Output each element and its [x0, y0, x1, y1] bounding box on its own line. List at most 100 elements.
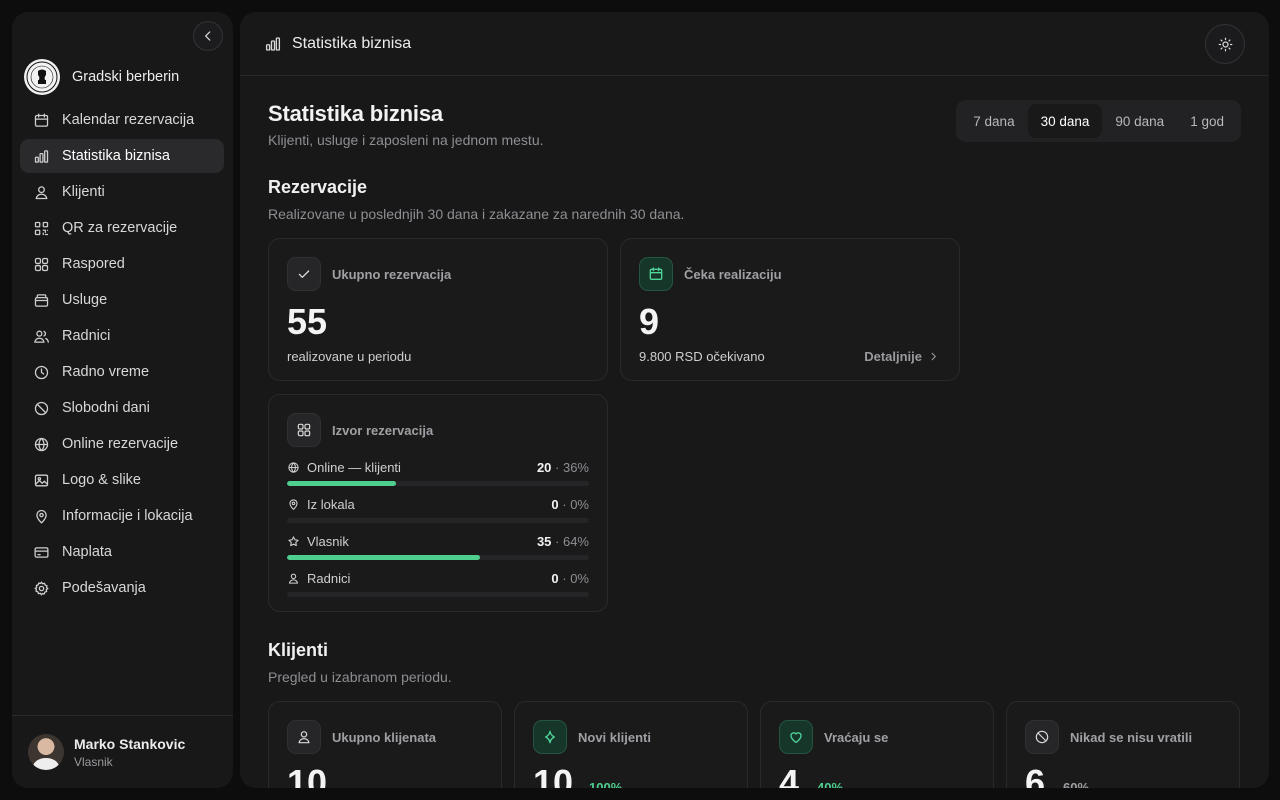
topbar-title: Statistika biznisa: [292, 34, 412, 52]
sidebar-item-label: Klijenti: [62, 184, 105, 200]
user-icon: [33, 184, 50, 201]
sidebar-item-services[interactable]: Usluge: [20, 283, 224, 317]
total-clients-value: 10: [287, 762, 328, 788]
avatar: [28, 734, 64, 770]
user-icon: [296, 729, 312, 745]
card-footnote: realizovane u periodu: [287, 349, 412, 364]
globe-icon: [287, 461, 300, 474]
details-link[interactable]: Detaljnije: [864, 349, 939, 364]
users-icon: [33, 328, 50, 345]
sidebar-item-statistics[interactable]: Statistika biznisa: [20, 139, 224, 173]
sidebar-item-qr[interactable]: QR za rezervacije: [20, 211, 224, 245]
grid-icon: [296, 422, 312, 438]
map-pin-icon: [33, 508, 50, 525]
source-percent: · 64%: [555, 533, 589, 549]
calendar-icon-badge: [639, 257, 673, 291]
period-tab-1-year[interactable]: 1 god: [1177, 104, 1237, 138]
source-count: 35: [536, 533, 552, 549]
source-label: Vlasnik: [307, 533, 349, 549]
sidebar-item-workers[interactable]: Radnici: [20, 319, 224, 353]
returning-clients-value: 4: [779, 762, 800, 788]
period-tab-90-days[interactable]: 90 dana: [1102, 104, 1177, 138]
source-count: 20: [536, 459, 552, 475]
heart-icon: [788, 729, 804, 745]
brand-name: Gradski berberin: [72, 69, 180, 85]
ban-icon: [1034, 729, 1050, 745]
sidebar-item-billing[interactable]: Naplata: [20, 535, 224, 569]
main-panel: Statistika biznisa Statistika biznisa Kl…: [240, 12, 1269, 788]
returning-clients-card: Vraćaju se 4 40%: [760, 701, 994, 788]
returning-clients-percent: 40%: [817, 780, 844, 788]
total-reservations-card: Ukupno rezervacija 55 realizovane u peri…: [268, 238, 608, 381]
heart-icon-badge: [779, 720, 813, 754]
calendar-icon: [33, 112, 50, 129]
sparkle-icon: [542, 729, 558, 745]
source-percent: · 36%: [555, 459, 589, 475]
sidebar: Gradski berberin Kalendar rezervacija St…: [12, 12, 233, 788]
sidebar-item-label: Radno vreme: [62, 364, 150, 380]
sun-icon: [1218, 37, 1233, 52]
sidebar-item-label: Podešavanja: [62, 580, 146, 596]
clients-section-title: Klijenti: [268, 640, 329, 660]
period-tab-7-days[interactable]: 7 dana: [960, 104, 1027, 138]
sidebar-item-calendar[interactable]: Kalendar rezervacija: [20, 103, 224, 137]
sidebar-item-schedule[interactable]: Raspored: [20, 247, 224, 281]
ban-icon: [33, 400, 50, 417]
sidebar-item-logo-images[interactable]: Logo & slike: [20, 463, 224, 497]
source-percent: · 0%: [562, 496, 589, 512]
source-progress-bar: [287, 518, 589, 523]
source-row-local: Iz lokala 0 · 0%: [287, 495, 589, 523]
card-label: Ukupno klijenata: [332, 729, 437, 745]
source-progress-bar: [287, 481, 589, 486]
reservations-section-title: Rezervacije: [268, 177, 368, 197]
sidebar-item-label: Naplata: [62, 544, 112, 560]
details-link-label: Detaljnije: [864, 349, 922, 364]
qr-code-icon: [33, 220, 50, 237]
sidebar-item-days-off[interactable]: Slobodni dani: [20, 391, 224, 425]
pending-reservations-card: Čeka realizaciju 9 9.800 RSD očekivano D…: [620, 238, 960, 381]
expected-revenue: 9.800 RSD očekivano: [639, 349, 765, 364]
reservation-sources-card: Izvor rezervacija Online — klijenti 20 ·…: [268, 394, 608, 612]
sidebar-item-settings[interactable]: Podešavanja: [20, 571, 224, 605]
sidebar-item-label: Raspored: [62, 256, 125, 272]
period-tab-30-days[interactable]: 30 dana: [1027, 104, 1103, 138]
source-label: Online — klijenti: [307, 459, 401, 475]
never-returned-clients-value: 6: [1025, 762, 1046, 788]
card-label: Izvor rezervacija: [332, 422, 434, 438]
sidebar-item-info-location[interactable]: Informacije i lokacija: [20, 499, 224, 533]
sidebar-item-working-hours[interactable]: Radno vreme: [20, 355, 224, 389]
source-progress-bar: [287, 555, 589, 560]
sidebar-item-clients[interactable]: Klijenti: [20, 175, 224, 209]
new-clients-value: 10: [533, 762, 574, 788]
sidebar-item-label: Usluge: [62, 292, 108, 308]
sidebar-item-label: Statistika biznisa: [62, 148, 170, 164]
user-icon-badge: [287, 720, 321, 754]
box-icon: [33, 292, 50, 309]
card-label: Novi klijenti: [578, 729, 651, 745]
star-icon: [287, 535, 300, 548]
brand-logo: [24, 59, 60, 95]
user-icon: [287, 572, 300, 585]
grid-icon: [33, 256, 50, 273]
user-profile[interactable]: Marko Stankovic Vlasnik: [12, 715, 233, 788]
sidebar-item-online-reservations[interactable]: Online rezervacije: [20, 427, 224, 461]
sidebar-item-label: Logo & slike: [62, 472, 141, 488]
credit-card-icon: [33, 544, 50, 561]
user-role: Vlasnik: [74, 754, 113, 769]
image-icon: [33, 472, 50, 489]
source-row-owner: Vlasnik 35 · 64%: [287, 532, 589, 560]
bar-chart-icon: [33, 148, 50, 165]
globe-icon: [33, 436, 50, 453]
brand[interactable]: Gradski berberin: [24, 59, 179, 95]
theme-toggle-button[interactable]: [1205, 24, 1245, 64]
sidebar-item-label: Informacije i lokacija: [62, 508, 193, 524]
source-progress-bar: [287, 592, 589, 597]
sidebar-item-label: Kalendar rezervacija: [62, 112, 195, 128]
card-label: Čeka realizaciju: [684, 266, 782, 282]
grid-icon-badge: [287, 413, 321, 447]
sidebar-nav: Kalendar rezervacija Statistika biznisa …: [20, 103, 224, 607]
source-count: 0: [551, 570, 559, 586]
clients-section-subtitle: Pregled u izabranom periodu.: [268, 669, 452, 685]
collapse-sidebar-button[interactable]: [193, 21, 223, 51]
source-label: Iz lokala: [307, 496, 355, 512]
